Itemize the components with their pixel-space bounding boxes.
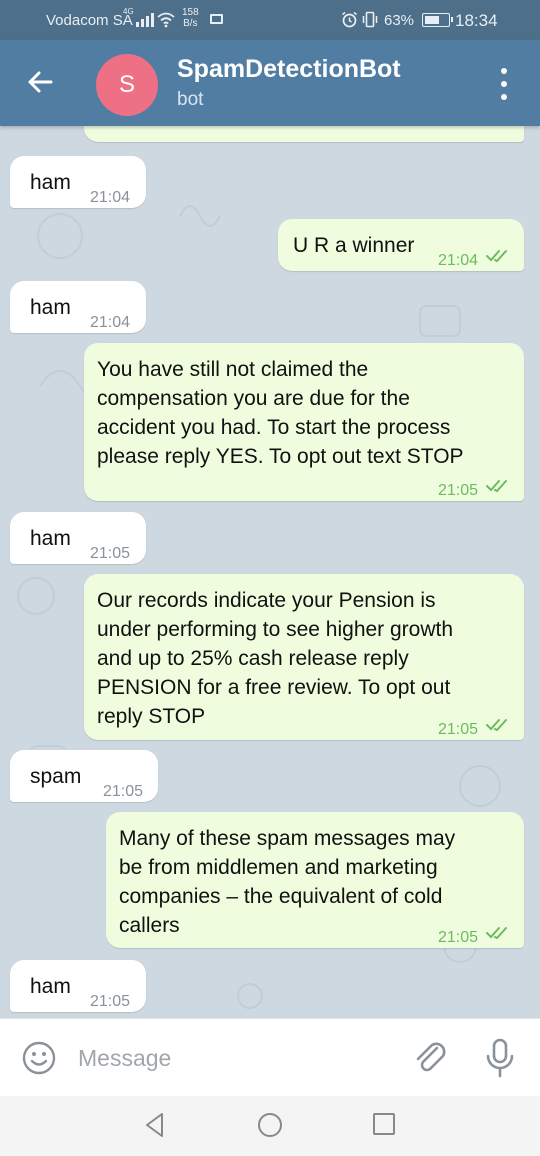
message-text: You have still not claimed the compensati… — [97, 355, 464, 471]
message-text-line: accident you had. To start the process — [97, 416, 451, 439]
network-speed: 158 B/s — [182, 7, 199, 29]
message-text-line: callers — [119, 914, 180, 937]
message-text: ham — [30, 296, 71, 319]
message-text: spam — [30, 765, 82, 788]
outgoing-message[interactable]: Many of these spam messages may be from m… — [106, 812, 524, 948]
battery-icon — [422, 13, 453, 27]
network-type: 4G — [123, 7, 134, 16]
triangle-back-icon[interactable] — [142, 1111, 168, 1139]
incoming-message[interactable]: spam 21:05 — [10, 750, 158, 802]
incoming-message[interactable]: ham 21:04 — [10, 156, 146, 208]
speed-unit: B/s — [183, 18, 198, 29]
chat-title[interactable]: SpamDetectionBot — [177, 55, 401, 84]
message-time: 21:04 — [90, 189, 131, 206]
message-time: 21:05 — [90, 545, 131, 562]
message-time: 21:04 — [438, 252, 479, 269]
clock: 18:34 — [455, 11, 498, 30]
message-text-line: PENSION for a free review. To opt out — [97, 676, 451, 699]
outgoing-message[interactable]: Our records indicate your Pension is unde… — [84, 574, 524, 740]
arrow-left-icon[interactable] — [22, 64, 58, 100]
chat-subtitle: bot — [177, 89, 204, 110]
message-text-line: You have still not claimed the — [97, 358, 369, 381]
message-text-line: companies – the equivalent of cold — [119, 885, 443, 908]
paperclip-icon[interactable] — [412, 1039, 450, 1077]
composer-bar — [0, 1018, 540, 1096]
message-time: 21:04 — [438, 126, 478, 129]
message-text-line: Our records indicate your Pension is — [97, 589, 436, 612]
outgoing-message[interactable]: U R a winner 21:04 — [278, 219, 524, 271]
carrier-name: Vodacom SA — [46, 12, 133, 29]
message-text-line: please reply YES. To opt out text STOP — [97, 445, 464, 468]
signal-icon — [136, 13, 154, 27]
double-check-icon — [486, 480, 507, 493]
speed-value: 158 — [182, 7, 199, 18]
system-nav-bar — [0, 1096, 540, 1156]
message-text-line: under performing to see higher growth — [97, 618, 454, 641]
chat-header: S SpamDetectionBot bot — [0, 40, 540, 126]
message-time: 21:05 — [90, 993, 131, 1010]
screen-cast-icon — [210, 14, 223, 24]
double-check-icon — [486, 719, 507, 732]
message-text-line: reply STOP — [97, 705, 206, 728]
message-time: 21:05 — [438, 482, 479, 499]
status-bar: Vodacom SA 4G 158 B/s 63% 18:34 — [0, 0, 540, 40]
wifi-icon — [157, 12, 175, 28]
message-text: ham — [30, 527, 71, 550]
smiley-icon[interactable] — [22, 1041, 56, 1075]
message-text: Many of these spam messages may be from m… — [119, 824, 455, 940]
outgoing-message[interactable]: You have still not claimed the compensati… — [84, 343, 524, 501]
outgoing-message[interactable]: 21:04 — [84, 126, 524, 142]
circle-home-icon[interactable] — [256, 1111, 284, 1139]
alarm-icon — [342, 11, 357, 28]
message-text: ham — [30, 975, 71, 998]
incoming-message[interactable]: ham 21:05 — [10, 960, 146, 1012]
message-time: 21:05 — [438, 929, 479, 946]
microphone-icon[interactable] — [484, 1037, 516, 1079]
more-vertical-icon[interactable] — [492, 64, 516, 104]
double-check-icon — [486, 250, 507, 263]
message-time: 21:04 — [90, 314, 131, 331]
square-recents-icon[interactable] — [372, 1112, 396, 1136]
message-text-line: Many of these spam messages may — [119, 827, 456, 850]
avatar[interactable]: S — [96, 54, 158, 116]
battery-percent: 63% — [384, 12, 415, 29]
message-text-line: and up to 25% cash release reply — [97, 647, 409, 670]
message-text-line: compensation you are due for the — [97, 387, 410, 410]
message-time: 21:05 — [103, 783, 144, 800]
incoming-message[interactable]: ham 21:04 — [10, 281, 146, 333]
double-check-icon — [486, 927, 507, 940]
message-time: 21:05 — [438, 721, 479, 738]
incoming-message[interactable]: ham 21:05 — [10, 512, 146, 564]
message-list[interactable]: 21:04 ham 21:04 U R a winner 21:04 ham 21:04 Yo… — [0, 126, 540, 1018]
message-text: Our records indicate your Pension is unde… — [97, 586, 453, 731]
message-text: ham — [30, 171, 71, 194]
vibrate-icon — [362, 11, 378, 28]
message-input[interactable] — [78, 1039, 398, 1077]
message-text: U R a winner — [293, 234, 415, 257]
message-text-line: be from middlemen and marketing — [119, 856, 438, 879]
